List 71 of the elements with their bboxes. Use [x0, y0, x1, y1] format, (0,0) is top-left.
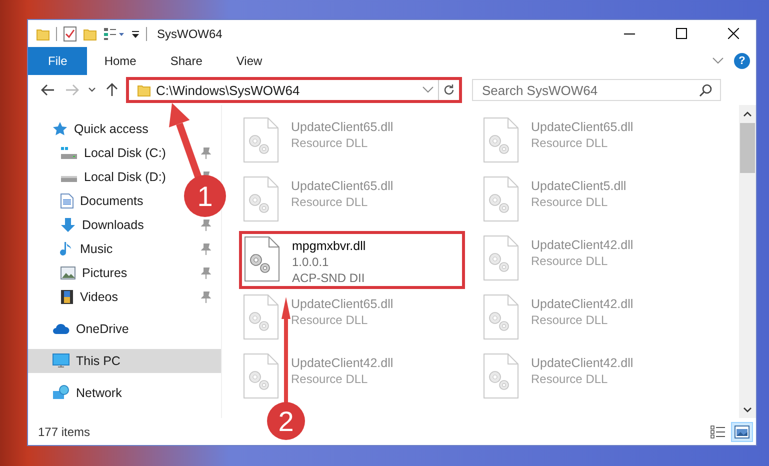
scroll-up-icon[interactable] — [743, 110, 752, 116]
item-count: 177 items — [38, 424, 92, 438]
folder-icon — [137, 83, 151, 97]
properties-icon[interactable] — [63, 26, 77, 42]
nav-item[interactable]: Quick access — [50, 119, 150, 139]
file-detail: Resource DLL — [531, 312, 609, 328]
search-field[interactable]: Search SysWOW64 — [472, 79, 721, 101]
file-detail: 1.0.0.1 — [292, 254, 330, 270]
details-view-button[interactable] — [708, 422, 728, 440]
star-icon — [52, 121, 68, 137]
step-badge: 1 — [184, 175, 226, 217]
window-title: SysWOW64 — [157, 26, 224, 40]
ribbon-tab[interactable]: View — [219, 47, 280, 75]
file-detail: Resource DLL — [531, 135, 609, 151]
monitor-icon — [52, 353, 70, 369]
back-arrow-icon — [41, 84, 55, 96]
file-item[interactable]: mpgmxbvr.dll 1.0.0.1 ACP-SND DII — [239, 231, 465, 289]
picture-icon — [734, 424, 750, 438]
close-icon — [728, 28, 738, 39]
nav-item[interactable]: Pictures — [58, 264, 130, 282]
ribbon-tab[interactable]: Home — [87, 47, 154, 75]
network-icon — [52, 385, 70, 401]
picture-icon — [60, 266, 76, 280]
customize-dropdown-icon[interactable] — [131, 28, 140, 38]
film-strip-icon — [60, 289, 74, 305]
ribbon-tab[interactable]: Share — [153, 47, 220, 75]
maximize-icon — [676, 28, 686, 39]
nav-item[interactable]: This PC — [50, 351, 122, 371]
view-dropdown-icon[interactable] — [103, 26, 125, 40]
folder-icon — [36, 26, 50, 40]
download-arrow-icon — [60, 217, 76, 233]
nav-item[interactable]: Local Disk (D:) — [58, 168, 168, 186]
nav-item[interactable]: OneDrive — [50, 320, 131, 338]
file-name[interactable]: mpgmxbvr.dll — [292, 238, 366, 254]
nav-item[interactable]: Local Disk (C:) — [58, 144, 168, 162]
nav-item[interactable]: Documents — [58, 191, 146, 211]
file-detail: ACP-SND DII — [292, 270, 366, 286]
file-detail: Resource DLL — [291, 312, 369, 328]
forward-arrow-icon — [65, 84, 79, 96]
nav-item[interactable]: Downloads — [58, 215, 146, 235]
address-path: C:\Windows\SysWOW64 — [156, 82, 301, 98]
file-detail: Resource DLL — [291, 194, 369, 210]
dll-file-icon[interactable] — [244, 236, 280, 282]
file-detail: Resource DLL — [531, 371, 609, 387]
file-detail: Resource DLL — [531, 194, 609, 210]
details-list-icon — [710, 424, 726, 438]
scroll-down-icon[interactable] — [743, 406, 752, 412]
file-detail: Resource DLL — [531, 253, 609, 269]
search-icon[interactable] — [699, 83, 713, 97]
new-folder-icon[interactable] — [83, 26, 97, 40]
nav-item[interactable]: Music — [58, 239, 115, 259]
help-button[interactable]: ? — [734, 53, 750, 69]
large-icons-view-button[interactable] — [732, 422, 752, 440]
drive-icon — [60, 146, 78, 160]
cloud-icon — [52, 323, 70, 335]
refresh-icon — [443, 84, 455, 96]
scrollbar[interactable] — [739, 105, 756, 418]
minimize-icon — [624, 32, 634, 34]
chevron-icon — [422, 86, 434, 94]
up-arrow-icon — [106, 83, 118, 97]
address-bar[interactable]: C:\Windows\SysWOW64 — [126, 77, 462, 103]
document-icon — [60, 193, 74, 209]
nav-item[interactable]: Videos — [58, 287, 120, 307]
expand-ribbon-icon[interactable] — [712, 57, 724, 65]
file-detail: Resource DLL — [291, 135, 369, 151]
file-menu-tab[interactable]: File — [28, 47, 88, 75]
file-detail: Resource DLL — [291, 371, 369, 387]
scroll-thumb[interactable] — [740, 123, 755, 173]
step-badge: 2 — [267, 402, 305, 440]
nav-item[interactable]: Network — [50, 383, 124, 403]
caret-icon — [88, 87, 96, 93]
